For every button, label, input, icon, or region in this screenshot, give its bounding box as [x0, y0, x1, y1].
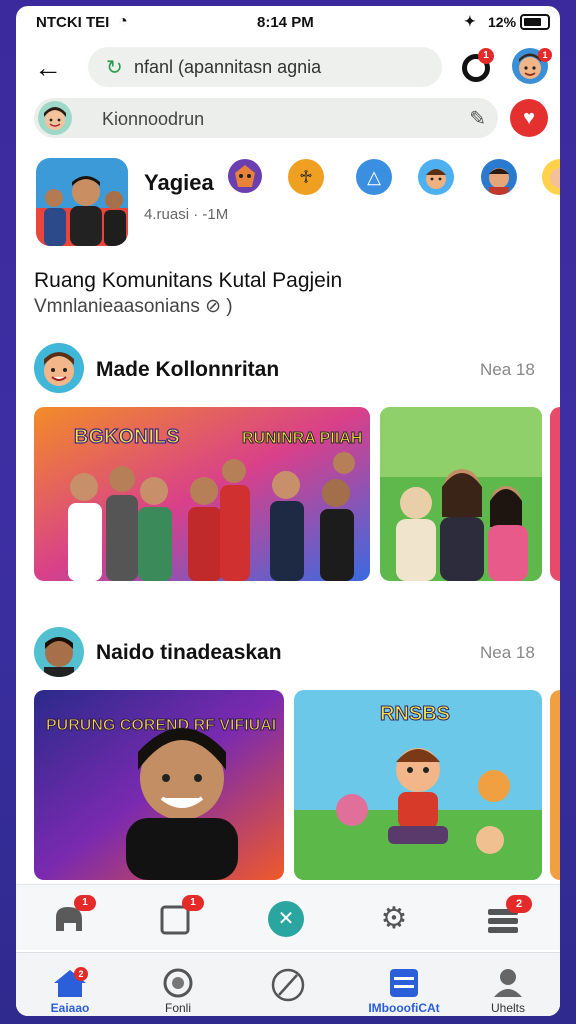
pen-icon[interactable]: ✎ [469, 106, 486, 131]
post-image-portrait[interactable]: PURUNG COREND RF VIFIUAI [34, 690, 284, 880]
bottom-nav: 2 Eaiaao Fonli IMbooofiCAt Uhelts [16, 952, 560, 1016]
notification-badge: 1 [478, 48, 494, 64]
elephant-badge: 1 [74, 895, 96, 911]
story-chart-avatar[interactable]: △ [356, 159, 392, 195]
post-image-cartoon[interactable]: RNSBS [294, 690, 542, 880]
menu-icon [390, 969, 418, 997]
search-bar[interactable]: ↻ nfanl (apannitasn agnia [88, 47, 442, 87]
status-bar: NTCKI TEI ◔ 8:14 PM ✦ 12% [16, 6, 560, 40]
battery-icon [520, 14, 550, 30]
close-circle-icon[interactable]: ✕ [268, 901, 304, 937]
group-meta: 4.ruasi · -1M [144, 206, 229, 223]
face-icon [163, 968, 193, 998]
post-author-avatar-2[interactable] [34, 627, 84, 677]
story-boy-avatar[interactable] [418, 159, 454, 195]
tab-home[interactable]: 2 Eaiaao [50, 967, 90, 1016]
image-text-2: PURUNG COREND RF VIFIUAI [46, 717, 276, 734]
app-screen: NTCKI TEI ◔ 8:14 PM ✦ 12% ← ↻ nfanl (apa… [16, 6, 560, 1016]
tab-menu-label: IMbooofiCAt [368, 1001, 440, 1015]
tab-home-label: Eaiaao [50, 1001, 90, 1015]
story-orange-avatar[interactable]: ♱ [288, 159, 324, 195]
home-badge: 2 [74, 967, 88, 981]
square-icon[interactable]: 1 [160, 895, 204, 935]
square-badge: 1 [182, 895, 204, 911]
community-title: Ruang Komunitans Kutal Pagjein [34, 269, 343, 292]
image-text-1: BGKONILS [74, 426, 180, 448]
carrier-label: NTCKI TEI [36, 14, 110, 31]
group-photo[interactable] [36, 158, 128, 246]
post-author-name-2[interactable]: Naido tinadeaskan [96, 641, 282, 665]
tab-profile-label: Uhelts [490, 1001, 526, 1015]
refresh-icon: ↻ [106, 57, 123, 79]
tab-profile[interactable]: Uhelts [490, 967, 526, 1016]
post-image-next[interactable] [550, 407, 560, 581]
community-subtitle: Vmnlanieaasonians ⊘ ) [34, 296, 233, 317]
back-arrow-icon[interactable]: ← [34, 54, 62, 82]
story-girl-avatar[interactable] [542, 159, 560, 195]
list-icon[interactable]: 2 [486, 895, 532, 935]
tab-ban[interactable] [270, 967, 306, 1016]
user-avatar [38, 101, 72, 135]
tab-friends[interactable]: Fonli [160, 967, 196, 1016]
post-image-group[interactable]: BGKONILS RUNINRA PIIAH [34, 407, 370, 581]
post-time: Nea 18 [480, 360, 535, 379]
post-image-friends[interactable] [380, 407, 542, 581]
post-time-2: Nea 18 [480, 643, 535, 662]
profile-badge: 1 [538, 48, 552, 62]
group-name: Yagiea [144, 170, 214, 195]
post-author-avatar[interactable] [34, 343, 84, 393]
compose-placeholder: Kionnoodrun [102, 109, 205, 129]
gear-icon[interactable]: ⚙ [378, 903, 410, 935]
image-text-3: RNSBS [380, 703, 450, 725]
post-author-name[interactable]: Made Kollonnritan [96, 358, 279, 382]
search-text: nfanl (apannitasn agnia [134, 57, 322, 77]
tab-friends-label: Fonli [164, 1001, 192, 1015]
battery-percent: 12% [488, 14, 517, 30]
post-image-next-2[interactable] [550, 690, 560, 880]
person-icon [494, 969, 522, 997]
compose-bar[interactable]: Kionnoodrun ✎ [34, 98, 498, 138]
story-man-avatar[interactable] [481, 159, 517, 195]
gift-icon[interactable]: ♥ [510, 99, 548, 137]
tab-menu[interactable]: IMbooofiCAt [362, 967, 446, 1016]
wifi-icon: ◔ [118, 13, 128, 30]
group-emblem [228, 159, 262, 193]
image-banner: RUNINRA PIIAH [242, 430, 362, 447]
action-bar: 1 1 ✕ ⚙ 2 [16, 884, 560, 950]
clock: 8:14 PM [257, 14, 314, 31]
signal-icon: ✦ [464, 13, 476, 29]
ban-icon [271, 968, 305, 1002]
elephant-icon[interactable]: 1 [52, 895, 96, 935]
list-badge: 2 [506, 895, 532, 913]
